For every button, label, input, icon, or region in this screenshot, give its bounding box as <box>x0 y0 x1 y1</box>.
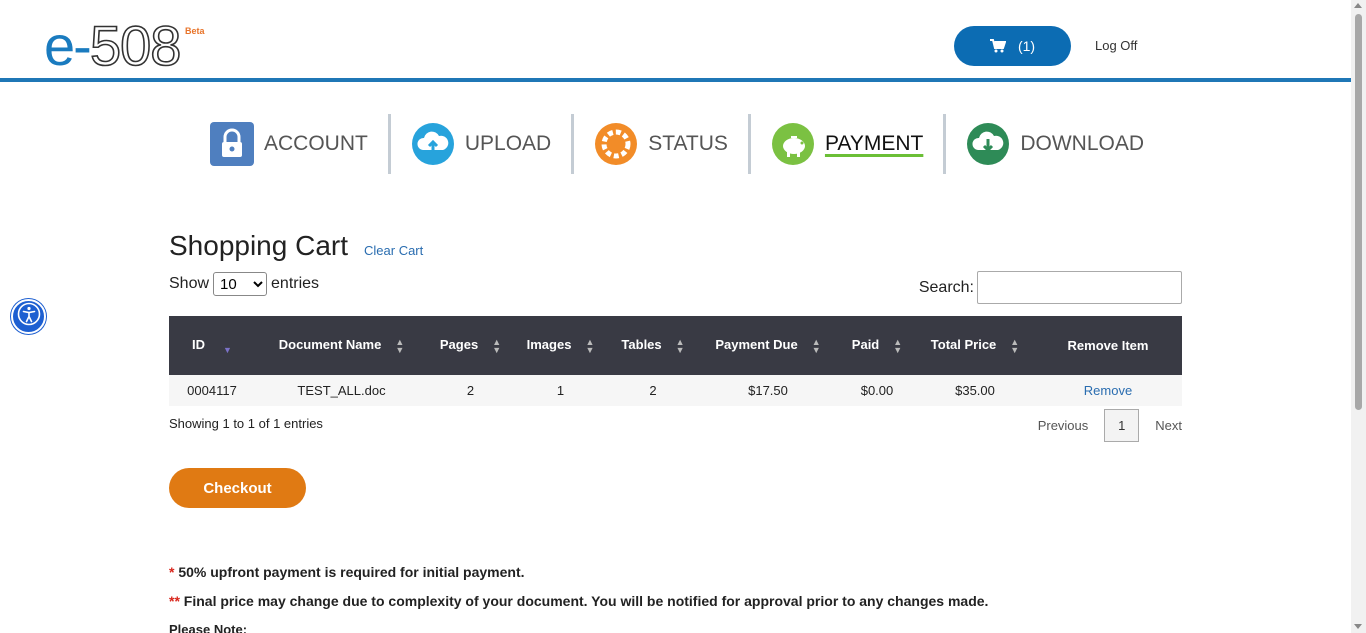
cell-paid: $0.00 <box>860 383 894 398</box>
site-header: e- 508 Beta (1) Log Off <box>0 0 1351 84</box>
cloud-download-icon <box>966 122 1010 166</box>
show-label: Show <box>169 275 210 292</box>
column-label: Total Price <box>930 337 997 353</box>
table-info: Showing 1 to 1 of 1 entries <box>169 416 323 431</box>
note-please-note: Please Note: <box>169 622 248 633</box>
note-upfront: * 50% upfront payment is required for in… <box>169 564 988 593</box>
sort-icon: ▲ ▼ <box>893 336 903 355</box>
header-divider <box>0 78 1351 82</box>
column-label: Remove Item <box>1067 338 1149 353</box>
step-label: UPLOAD <box>464 132 552 155</box>
scroll-down-arrow-icon[interactable] <box>1354 624 1362 629</box>
previous-page-button[interactable]: Previous <box>1038 418 1089 433</box>
step-label: STATUS <box>648 132 728 155</box>
column-header-document[interactable]: Document Name ▲ ▼ <box>255 316 428 375</box>
checkout-button[interactable]: Checkout <box>169 468 306 508</box>
table-row: 0004117 TEST_ALL.doc 2 1 2 $17.50 $0.00 … <box>169 375 1182 406</box>
logo-number: 508 <box>89 14 182 77</box>
cell-pages: 2 <box>466 383 475 398</box>
step-account[interactable]: ACCOUNT <box>190 114 388 174</box>
sort-icon: ▲ ▼ <box>492 336 502 355</box>
log-off-link[interactable]: Log Off <box>1095 38 1137 53</box>
step-label: DOWNLOAD <box>1020 132 1145 155</box>
cell-id: 0004117 <box>187 383 237 398</box>
logo-prefix: e- <box>44 14 92 77</box>
column-header-total-price[interactable]: Total Price ▲ ▼ <box>916 316 1034 375</box>
sort-icon: ▲ ▼ <box>395 336 405 355</box>
cell-payment-due: $17.50 <box>748 383 788 398</box>
page-button-current[interactable]: 1 <box>1104 409 1140 442</box>
scroll-up-arrow-icon[interactable] <box>1354 3 1362 8</box>
step-payment[interactable]: PAYMENT <box>751 114 943 174</box>
cart-count: (1) <box>1017 38 1036 54</box>
beta-badge: Beta <box>185 26 205 36</box>
scroll-thumb[interactable] <box>1355 14 1362 410</box>
cell-tables: 2 <box>649 383 657 398</box>
column-header-payment-due[interactable]: Payment Due ▲ ▼ <box>698 316 838 375</box>
note-final-price: ** Final price may change due to complex… <box>169 593 988 622</box>
piggy-bank-icon <box>771 122 815 166</box>
status-ring-icon <box>594 122 638 166</box>
column-label: ID <box>192 336 206 352</box>
asterisk: ** <box>169 593 180 609</box>
accessibility-icon <box>17 302 41 331</box>
column-header-remove: Remove Item <box>1034 316 1182 375</box>
cell-remove: Remove <box>1034 375 1182 406</box>
search-control: Search: <box>919 271 1182 304</box>
note-text: 50% upfront payment is required for init… <box>178 564 525 580</box>
column-label: Payment Due <box>715 337 798 353</box>
search-label: Search: <box>918 278 974 296</box>
cart-button[interactable]: (1) <box>954 26 1071 66</box>
cart-table: ID ▼ Document Name ▲ ▼ Pages ▲ ▼ Images ▲ ▼ Tab… <box>169 316 1182 406</box>
shopping-cart-section: Shopping Cart Clear Cart Show 10 25 50 1… <box>169 230 1182 633</box>
sort-icon: ▲ ▼ <box>585 336 595 355</box>
column-label: Images <box>526 337 572 353</box>
lock-icon <box>210 122 254 166</box>
payment-notes: * 50% upfront payment is required for in… <box>169 564 988 633</box>
column-header-pages[interactable]: Pages ▲ ▼ <box>428 316 513 375</box>
step-label: ACCOUNT <box>264 132 368 155</box>
vertical-scrollbar[interactable] <box>1351 0 1366 633</box>
column-header-paid[interactable]: Paid ▲ ▼ <box>838 316 916 375</box>
asterisk: * <box>169 564 175 580</box>
note-text: Final price may change due to complexity… <box>183 593 989 609</box>
step-upload[interactable]: UPLOAD <box>391 114 571 174</box>
cart-title-row: Shopping Cart Clear Cart <box>169 230 1182 264</box>
column-label: Document Name <box>278 337 382 353</box>
entries-label: entries <box>271 275 320 292</box>
step-label: PAYMENT <box>824 132 924 155</box>
sort-icon: ▲ ▼ <box>675 336 685 355</box>
sort-icon: ▲ ▼ <box>1010 336 1020 355</box>
cart-icon <box>989 39 1006 53</box>
cell-images: 1 <box>556 383 565 398</box>
table-header-row: ID ▼ Document Name ▲ ▼ Pages ▲ ▼ Images ▲ ▼ Tab… <box>169 316 1182 375</box>
page-title: Shopping Cart <box>169 230 349 261</box>
clear-cart-link[interactable]: Clear Cart <box>364 243 423 258</box>
table-controls: Show 10 25 50 100 entries Search: <box>169 270 1182 306</box>
cell-total-price: $35.00 <box>955 383 995 398</box>
column-header-tables[interactable]: Tables ▲ ▼ <box>608 316 698 375</box>
sort-desc-icon: ▼ <box>223 344 232 355</box>
column-label: Paid <box>851 337 880 353</box>
accessibility-button[interactable] <box>11 299 46 334</box>
page-length-control: Show 10 25 50 100 entries <box>169 272 319 296</box>
next-page-button[interactable]: Next <box>1155 418 1182 433</box>
column-header-images[interactable]: Images ▲ ▼ <box>513 316 608 375</box>
progress-steps: ACCOUNT UPLOAD STATUS PAYMENT DOWNLOAD <box>190 114 1164 174</box>
cell-document-name: TEST_ALL.doc <box>297 383 386 398</box>
step-download[interactable]: DOWNLOAD <box>946 114 1164 174</box>
cloud-upload-icon <box>411 122 455 166</box>
search-input[interactable] <box>977 271 1182 304</box>
column-label: Tables <box>621 337 662 353</box>
page-length-select[interactable]: 10 25 50 100 <box>213 272 268 296</box>
column-label: Pages <box>439 337 479 353</box>
column-header-id[interactable]: ID ▼ <box>169 316 255 375</box>
sort-icon: ▲ ▼ <box>811 336 821 355</box>
step-status[interactable]: STATUS <box>574 114 748 174</box>
pagination: Previous 1 Next <box>1038 409 1182 442</box>
remove-item-link[interactable]: Remove <box>1084 383 1132 398</box>
